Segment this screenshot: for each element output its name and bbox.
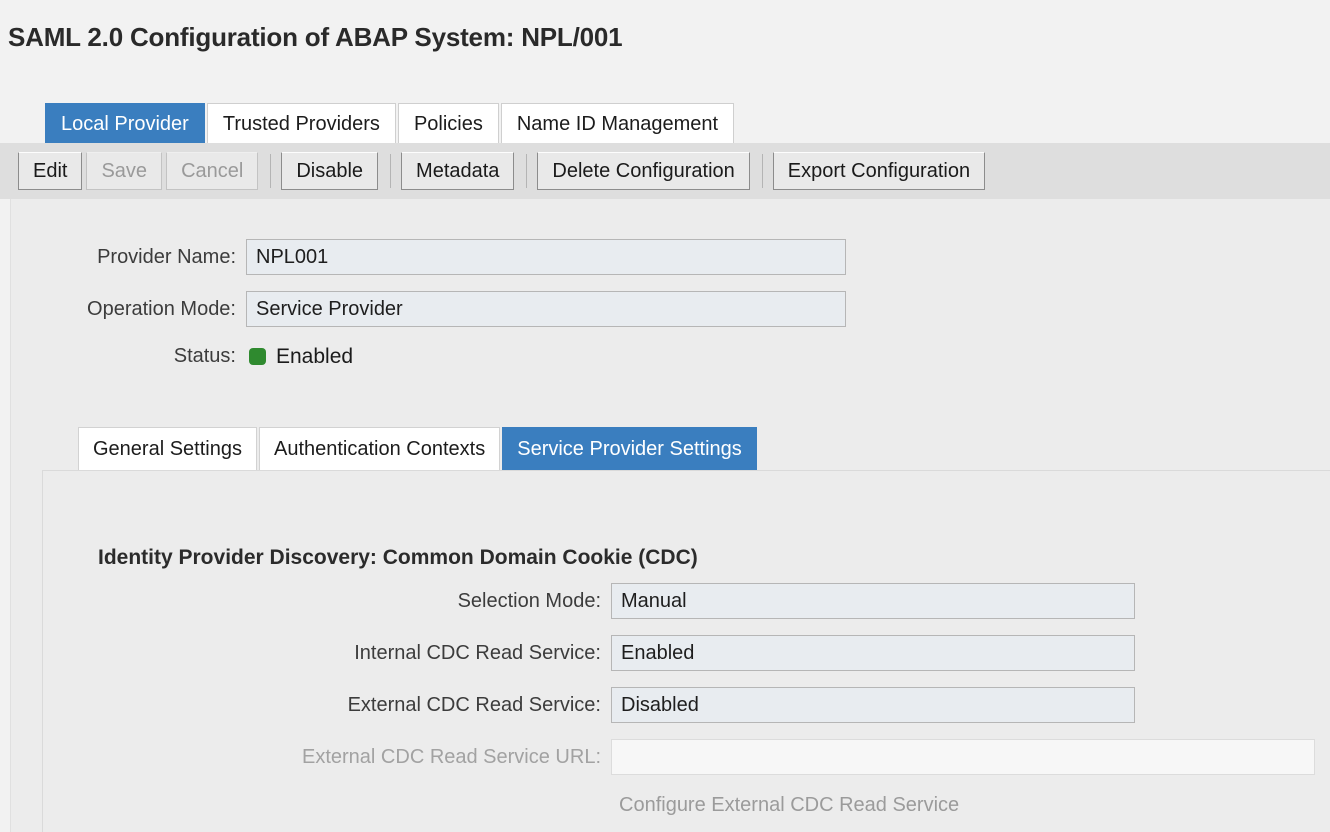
button-label: Cancel [181, 160, 244, 182]
operation-mode-label: Operation Mode: [87, 297, 236, 320]
button-label: Delete Configuration [552, 160, 735, 182]
external-cdc-read-service-url-field [611, 739, 1315, 775]
internal-cdc-read-service-field[interactable]: Enabled [611, 635, 1135, 671]
delete-configuration-button[interactable]: Delete Configuration [537, 152, 750, 190]
configure-external-cdc-read-service-link[interactable]: Configure External CDC Read Service [619, 794, 959, 817]
toolbar-separator [390, 154, 392, 188]
tab-name-id-management[interactable]: Name ID Management [500, 103, 735, 143]
selection-mode-field[interactable]: Manual [611, 583, 1135, 619]
status-indicator-icon [249, 348, 266, 365]
operation-mode-row: Operation Mode: Service Provider [11, 291, 846, 327]
cancel-button: Cancel [166, 152, 259, 190]
button-label: Save [101, 160, 148, 182]
tab-label: General Settings [93, 438, 242, 460]
edit-button[interactable]: Edit [18, 152, 83, 190]
provider-name-label: Provider Name: [97, 245, 236, 268]
internal-cdc-read-service-value: Enabled [621, 642, 695, 664]
metadata-button[interactable]: Metadata [401, 152, 515, 190]
tab-trusted-providers[interactable]: Trusted Providers [206, 103, 396, 143]
selection-mode-label: Selection Mode: [457, 589, 601, 612]
tab-label: Authentication Contexts [273, 438, 486, 460]
toolbar-separator [270, 154, 272, 188]
external-cdc-read-service-url-label: External CDC Read Service URL: [302, 745, 601, 768]
external-cdc-read-service-value: Disabled [621, 694, 699, 716]
toolbar-separator [526, 154, 528, 188]
status-label: Status: [173, 345, 236, 367]
tab-label: Local Provider [61, 112, 189, 135]
external-cdc-read-service-field[interactable]: Disabled [611, 687, 1135, 723]
internal-cdc-read-service-label: Internal CDC Read Service: [354, 641, 601, 664]
provider-name-value: NPL001 [256, 246, 329, 268]
tab-label: Name ID Management [516, 112, 719, 135]
service-provider-settings-panel: Identity Provider Discovery: Common Doma… [42, 470, 1330, 832]
external-cdc-read-service-label: External CDC Read Service: [347, 693, 601, 716]
save-button: Save [86, 152, 163, 190]
internal-cdc-read-service-row: Internal CDC Read Service: Enabled [43, 635, 1135, 671]
selection-mode-value: Manual [621, 590, 687, 612]
tab-general-settings[interactable]: General Settings [78, 427, 257, 470]
tab-local-provider[interactable]: Local Provider [45, 103, 205, 143]
cdc-section-heading: Identity Provider Discovery: Common Doma… [98, 546, 698, 569]
tab-policies[interactable]: Policies [397, 103, 499, 143]
button-label: Export Configuration [787, 160, 971, 182]
button-label: Edit [33, 160, 68, 182]
main-tabstrip: Local Provider Trusted Providers Policie… [0, 103, 736, 143]
tab-service-provider-settings[interactable]: Service Provider Settings [502, 427, 757, 470]
status-badge: Enabled [246, 346, 353, 367]
tab-authentication-contexts[interactable]: Authentication Contexts [258, 427, 501, 470]
provider-name-row: Provider Name: NPL001 [11, 239, 846, 275]
button-label: Disable [296, 160, 364, 182]
tab-label: Policies [413, 112, 483, 135]
selection-mode-row: Selection Mode: Manual [43, 583, 1135, 619]
export-configuration-button[interactable]: Export Configuration [772, 152, 986, 190]
toolbar: Edit Save Cancel Disable Metadata Delete… [0, 143, 1330, 199]
operation-mode-field[interactable]: Service Provider [246, 291, 846, 327]
tab-label: Service Provider Settings [517, 438, 742, 460]
page-title: SAML 2.0 Configuration of ABAP System: N… [8, 22, 623, 52]
tab-label: Trusted Providers [222, 112, 380, 135]
disable-button[interactable]: Disable [281, 152, 379, 190]
external-cdc-read-service-url-row: External CDC Read Service URL: [43, 739, 1315, 775]
status-row: Status: Enabled [11, 345, 353, 368]
status-value: Enabled [276, 345, 354, 368]
toolbar-separator [761, 154, 763, 188]
operation-mode-value: Service Provider [256, 298, 403, 320]
inner-tabstrip: General Settings Authentication Contexts… [78, 427, 759, 470]
provider-name-field[interactable]: NPL001 [246, 239, 846, 275]
external-cdc-read-service-row: External CDC Read Service: Disabled [43, 687, 1135, 723]
button-label: Metadata [416, 160, 500, 182]
